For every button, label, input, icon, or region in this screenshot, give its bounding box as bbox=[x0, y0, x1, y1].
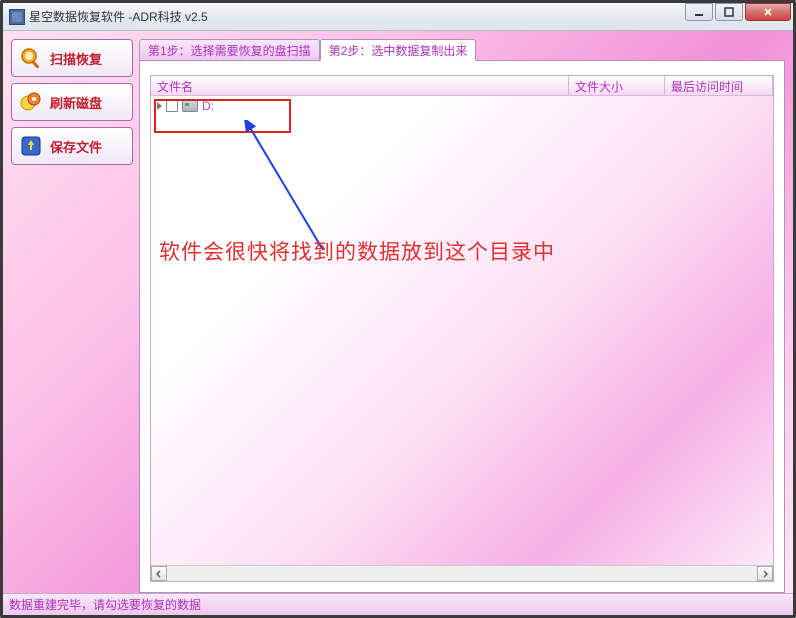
col-filesize[interactable]: 文件大小 bbox=[569, 76, 665, 95]
tab-step2[interactable]: 第2步：选中数据复制出来 bbox=[320, 39, 477, 61]
statusbar: 数据重建完毕，请勾选要恢复的数据 bbox=[3, 593, 793, 615]
tab-step1[interactable]: 第1步：选择需要恢复的盘扫描 bbox=[139, 39, 320, 61]
tab-body: 文件名 文件大小 最后访问时间 D: bbox=[139, 60, 785, 593]
app-window: 星空数据恢复软件 -ADR科技 v2.5 扫描恢复 bbox=[0, 0, 796, 618]
tabs: 第1步：选择需要恢复的盘扫描 第2步：选中数据复制出来 bbox=[139, 39, 785, 61]
tree-row-root[interactable]: D: bbox=[151, 96, 773, 116]
maximize-button[interactable] bbox=[715, 3, 743, 21]
file-grid: 文件名 文件大小 最后访问时间 D: bbox=[150, 75, 774, 582]
chevron-right-icon bbox=[761, 570, 769, 578]
app-icon bbox=[9, 9, 25, 25]
chevron-left-icon bbox=[155, 570, 163, 578]
annotation-text: 软件会很快将找到的数据放到这个目录中 bbox=[159, 236, 555, 266]
save-file-button[interactable]: 保存文件 bbox=[11, 127, 133, 165]
col-filename[interactable]: 文件名 bbox=[151, 76, 569, 95]
annotation-arrow-icon bbox=[243, 120, 363, 260]
close-button[interactable] bbox=[745, 3, 791, 21]
grid-body[interactable]: D: 软件会很快将找到的数据放到这个目录中 bbox=[151, 96, 773, 565]
save-icon bbox=[18, 133, 44, 159]
maximize-icon bbox=[724, 7, 734, 17]
drive-icon bbox=[182, 100, 198, 112]
window-title: 星空数据恢复软件 -ADR科技 v2.5 bbox=[29, 8, 683, 25]
horizontal-scrollbar[interactable] bbox=[151, 565, 773, 581]
checkbox[interactable] bbox=[166, 100, 178, 112]
magnifier-icon bbox=[18, 45, 44, 71]
status-text: 数据重建完毕，请勾选要恢复的数据 bbox=[9, 596, 201, 613]
right-panel: 第1步：选择需要恢复的盘扫描 第2步：选中数据复制出来 文件名 文件大小 最后访… bbox=[139, 39, 785, 593]
expand-icon[interactable] bbox=[157, 102, 162, 110]
refresh-icon bbox=[18, 89, 44, 115]
refresh-label: 刷新磁盘 bbox=[50, 93, 102, 112]
save-label: 保存文件 bbox=[50, 137, 102, 156]
content-area: 扫描恢复 刷新磁盘 保存文件 第1步：选择需要恢复的盘扫描 bbox=[3, 31, 793, 615]
refresh-disk-button[interactable]: 刷新磁盘 bbox=[11, 83, 133, 121]
scan-label: 扫描恢复 bbox=[50, 49, 102, 68]
window-controls bbox=[683, 3, 791, 23]
scan-recover-button[interactable]: 扫描恢复 bbox=[11, 39, 133, 77]
minimize-icon bbox=[694, 7, 704, 17]
drive-label: D: bbox=[202, 99, 214, 113]
col-accesstime[interactable]: 最后访问时间 bbox=[665, 76, 773, 95]
titlebar[interactable]: 星空数据恢复软件 -ADR科技 v2.5 bbox=[3, 3, 793, 31]
scroll-left-button[interactable] bbox=[151, 566, 167, 581]
scroll-right-button[interactable] bbox=[757, 566, 773, 581]
grid-header: 文件名 文件大小 最后访问时间 bbox=[151, 76, 773, 96]
minimize-button[interactable] bbox=[685, 3, 713, 21]
sidebar: 扫描恢复 刷新磁盘 保存文件 bbox=[11, 39, 133, 593]
scroll-track[interactable] bbox=[167, 566, 757, 581]
close-icon bbox=[763, 7, 773, 17]
